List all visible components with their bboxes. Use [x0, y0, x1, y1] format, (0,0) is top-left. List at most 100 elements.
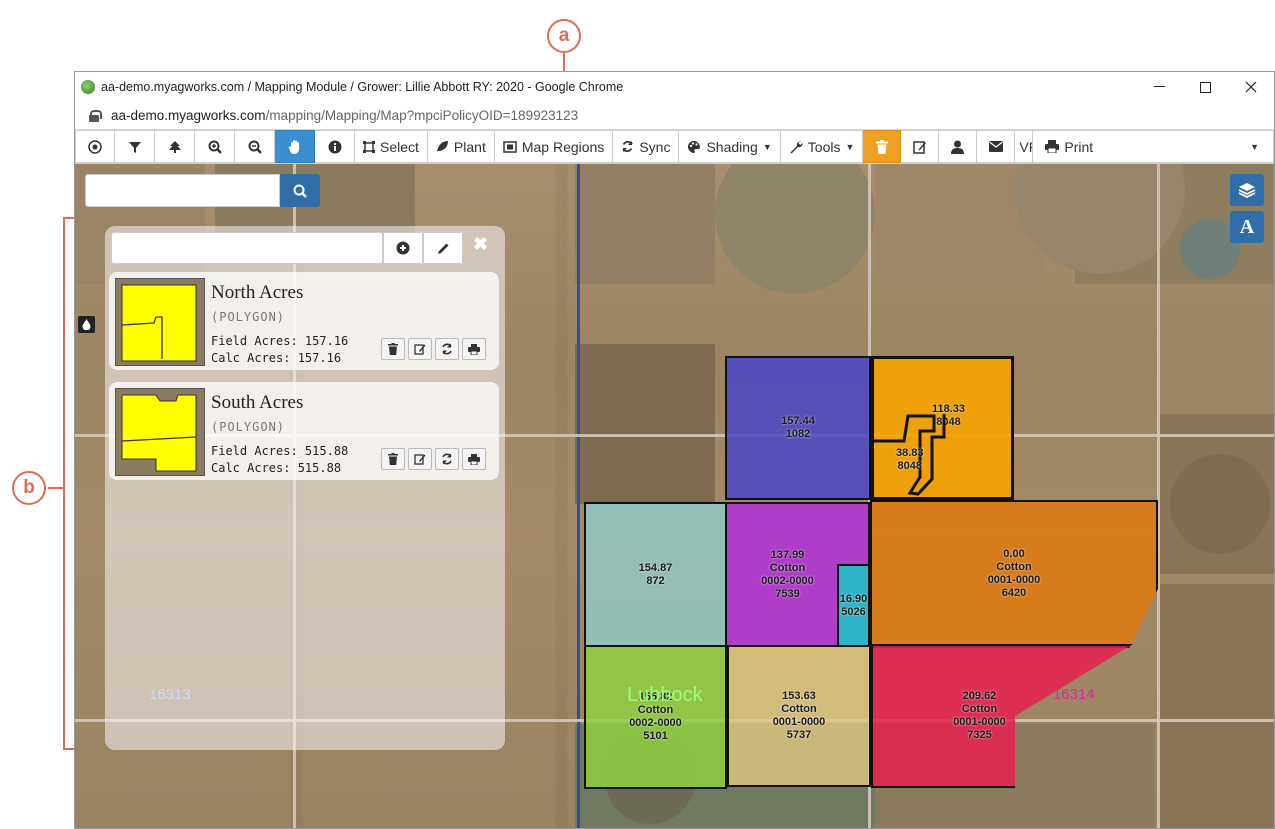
browser-window: aa-demo.myagworks.com / Mapping Module /… [74, 71, 1275, 829]
close-panel-button[interactable]: ✖ [473, 234, 488, 255]
parcel-154[interactable]: 154.87 872 [584, 502, 727, 647]
labels-button[interactable]: A [1230, 211, 1264, 243]
sync-icon [622, 140, 634, 153]
edit-icon [414, 454, 426, 465]
edit-icon [913, 140, 926, 154]
print-icon [468, 453, 480, 465]
plant-button[interactable]: Plant [427, 130, 495, 163]
tree-icon [168, 140, 181, 153]
field-thumbnail [115, 278, 205, 366]
url-text[interactable]: aa-demo.myagworks.com/mapping/Mapping/Ma… [111, 108, 578, 123]
window-title: aa-demo.myagworks.com / Mapping Module /… [101, 80, 624, 94]
close-window-button[interactable] [1228, 72, 1274, 102]
callout-b: b [12, 471, 46, 505]
zoom-out-icon [248, 140, 262, 154]
sync-button[interactable]: Sync [613, 130, 680, 163]
parcel-label: 153.63 Cotton 0001-0000 5737 [772, 690, 826, 741]
info-button[interactable] [315, 130, 355, 163]
delete-field-button[interactable] [381, 338, 405, 360]
zoom-out-button[interactable] [235, 130, 275, 163]
satellite-map[interactable]: 157.44 1082 118.33 8048 38.83 8048 154.87 87… [75, 164, 1274, 828]
calc-acres: Calc Acres: 157.16 [211, 351, 342, 365]
parcel-label: 137.99 Cotton 0002-0000 7539 [761, 548, 814, 600]
delete-field-button[interactable] [381, 448, 405, 470]
shading-button[interactable]: Shading ▼ [679, 130, 781, 163]
filter-button[interactable] [115, 130, 155, 163]
refresh-field-button[interactable] [435, 338, 459, 360]
field-card-south[interactable]: South Acres (POLYGON) Field Acres: 515.8… [109, 382, 499, 480]
parcel-157[interactable]: 157.44 1082 [725, 356, 871, 500]
chevron-down-icon: ▼ [762, 141, 772, 152]
map-pivot [715, 164, 875, 294]
pan-button[interactable] [275, 130, 315, 163]
vf-button[interactable]: VF [1015, 130, 1034, 163]
field-type: (POLYGON) [211, 310, 286, 324]
zoom-in-button[interactable] [195, 130, 235, 163]
region-label-right: 16314 [1053, 686, 1095, 703]
region-label-lubbock: Lubbock [627, 684, 703, 706]
refresh-field-button[interactable] [435, 448, 459, 470]
polygon-thumbnail-icon [121, 394, 197, 472]
parcel-label: 16.90 5026 [839, 592, 868, 618]
message-button[interactable] [977, 130, 1016, 163]
fields-panel: ✖ North Acres (POLYGON) Field Acres: 157… [105, 226, 505, 750]
minimize-button[interactable] [1136, 72, 1182, 102]
add-field-button[interactable] [383, 232, 423, 264]
field-acres: Field Acres: 515.88 [211, 444, 349, 458]
leaf-icon [436, 141, 448, 152]
tree-button[interactable] [155, 130, 195, 163]
print-icon [1045, 140, 1060, 153]
locate-button[interactable] [75, 130, 115, 163]
zoom-in-icon [208, 140, 222, 154]
wrench-icon [790, 140, 803, 153]
edit-field-card-button[interactable] [408, 338, 432, 360]
callout-b-bracket [63, 217, 65, 750]
field-card-north[interactable]: North Acres (POLYGON) Field Acres: 157.1… [109, 272, 499, 370]
field-name-input[interactable] [111, 232, 383, 264]
select-icon [363, 140, 375, 153]
field-type: (POLYGON) [211, 420, 286, 434]
parcel-155[interactable]: 155.82 Cotton 0002-0000 5101 [584, 645, 727, 789]
layers-button[interactable] [1230, 174, 1264, 206]
print-field-button[interactable] [462, 448, 486, 470]
map-field [575, 164, 715, 284]
user-button[interactable] [939, 130, 978, 163]
parcel-label: 209.62 Cotton 0001-0000 7325 [953, 690, 1006, 741]
map-search-input[interactable] [85, 174, 280, 207]
map-regions-button[interactable]: Map Regions [494, 130, 614, 163]
tools-button[interactable]: Tools ▼ [780, 130, 864, 163]
maximize-button[interactable] [1182, 72, 1228, 102]
field-acres: Field Acres: 157.16 [211, 334, 349, 348]
drop-button[interactable] [78, 316, 95, 333]
select-button[interactable]: Select [355, 130, 428, 163]
search-icon [293, 184, 307, 198]
callout-a: a [547, 19, 581, 53]
print-button[interactable]: Print ▼ [1033, 130, 1274, 163]
edit-icon [414, 344, 426, 355]
map-field [1160, 584, 1274, 828]
address-bar[interactable]: aa-demo.myagworks.com/mapping/Mapping/Ma… [75, 102, 1274, 130]
map-search-button[interactable] [280, 174, 320, 207]
plus-circle-icon [396, 241, 410, 255]
map-regions-icon [503, 140, 517, 153]
lock-icon [89, 109, 102, 122]
delete-button[interactable] [863, 130, 902, 163]
road [1157, 164, 1160, 828]
trash-icon [875, 139, 888, 154]
parcel-16[interactable]: 16.90 5026 [837, 564, 870, 647]
print-icon [468, 343, 480, 355]
parcel-label: 0.00 Cotton 0001-0000 6420 [987, 548, 1041, 599]
trash-icon [388, 453, 398, 465]
edit-field-card-button[interactable] [408, 448, 432, 470]
target-icon [88, 139, 102, 154]
parcel-0[interactable]: 0.00 Cotton 0001-0000 6420 [870, 500, 1158, 648]
chevron-down-icon: ▼ [1250, 141, 1259, 152]
parcel-118[interactable]: 118.33 8048 38.83 8048 [871, 356, 1014, 500]
parcel-label: 38.83 8048 [896, 447, 924, 472]
envelope-icon [988, 141, 1003, 152]
parcel-153[interactable]: 153.63 Cotton 0001-0000 5737 [727, 645, 871, 787]
edit-button[interactable] [901, 130, 940, 163]
edit-field-button[interactable] [423, 232, 463, 264]
print-field-button[interactable] [462, 338, 486, 360]
parcel-subdivision [874, 414, 946, 496]
